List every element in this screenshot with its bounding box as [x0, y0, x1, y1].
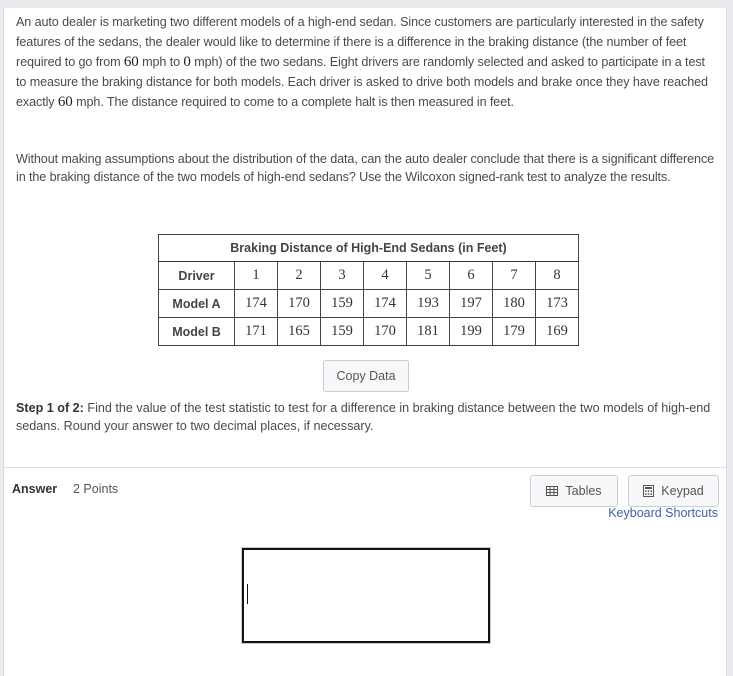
table-cell: 193 [406, 289, 450, 318]
answer-points: 2 Points [73, 482, 119, 496]
table-cell: 6 [449, 261, 493, 290]
table-cell: 180 [492, 289, 536, 318]
table-cell: 2 [277, 261, 321, 290]
problem-statement: An auto dealer is marketing two differen… [16, 12, 716, 112]
table-cell: 173 [535, 289, 579, 318]
table-cell: 159 [320, 289, 364, 318]
text-cursor [247, 584, 248, 604]
problem-text: mph. The distance required to come to a … [72, 95, 514, 109]
table-title: Braking Distance of High-End Sedans (in … [158, 234, 579, 262]
table-cell: 170 [277, 289, 321, 318]
table-cell: 159 [320, 317, 364, 346]
braking-distance-table: Braking Distance of High-End Sedans (in … [158, 234, 579, 346]
keypad-button[interactable]: Keypad [628, 475, 719, 507]
answer-label: Answer [12, 482, 58, 496]
table-cell: 3 [320, 261, 364, 290]
row-header: Model A [158, 289, 235, 318]
step-label: Step 1 of 2: [16, 401, 84, 415]
table-cell: 174 [234, 289, 278, 318]
table-row: Model B 171 165 159 170 181 199 179 169 [158, 317, 579, 346]
step-instructions: Step 1 of 2: Find the value of the test … [16, 399, 716, 435]
tables-label: Tables [565, 484, 602, 498]
table-cell: 7 [492, 261, 536, 290]
tables-button[interactable]: Tables [530, 475, 618, 507]
table-cell: 197 [449, 289, 493, 318]
table-cell: 169 [535, 317, 579, 346]
step-text: Find the value of the test statistic to … [16, 401, 711, 433]
problem-question: Without making assumptions about the dis… [16, 152, 715, 184]
keypad-label: Keypad [661, 484, 704, 498]
speed-value: 60 [57, 94, 73, 110]
table-cell: 174 [363, 289, 407, 318]
table-row: Model A 174 170 159 174 193 197 180 173 [158, 289, 579, 318]
table-cell: 165 [277, 317, 321, 346]
question-panel: An auto dealer is marketing two differen… [3, 8, 727, 676]
keyboard-shortcuts-link[interactable]: Keyboard Shortcuts [608, 506, 718, 520]
table-cell: 171 [234, 317, 278, 346]
table-cell: 181 [406, 317, 450, 346]
row-header: Driver [158, 261, 235, 290]
table-cell: 199 [449, 317, 493, 346]
table-row: Driver 1 2 3 4 5 6 7 8 [158, 261, 579, 290]
table-cell: 179 [492, 317, 536, 346]
copy-data-button[interactable]: Copy Data [323, 360, 409, 392]
section-divider [4, 467, 726, 468]
table-cell: 5 [406, 261, 450, 290]
calculator-icon [643, 485, 655, 497]
row-header: Model B [158, 317, 235, 346]
table-cell: 4 [363, 261, 407, 290]
problem-text: mph to [138, 55, 184, 69]
table-cell: 1 [234, 261, 278, 290]
table-icon [546, 486, 559, 496]
answer-input[interactable] [241, 547, 491, 644]
table-cell: 170 [363, 317, 407, 346]
table-cell: 8 [535, 261, 579, 290]
speed-value: 0 [183, 54, 191, 70]
speed-value: 60 [123, 54, 139, 70]
